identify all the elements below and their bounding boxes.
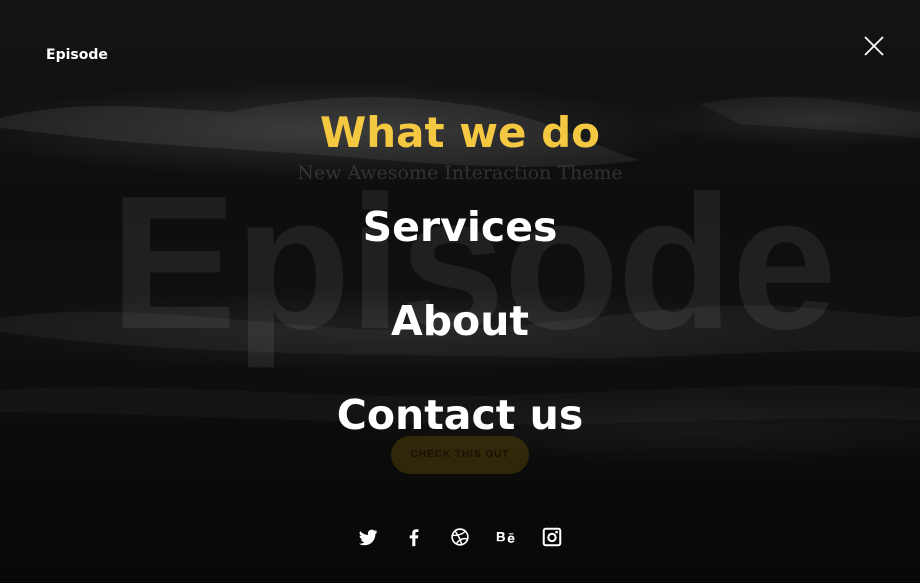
instagram-icon[interactable] (541, 526, 563, 548)
brand-logo[interactable]: Episode (46, 47, 108, 63)
menu-item-services[interactable]: Services (0, 202, 920, 252)
facebook-icon[interactable] (403, 526, 425, 548)
close-icon-glyph (864, 36, 884, 56)
menu-item-about[interactable]: About (0, 296, 920, 346)
menu-item-what-we-do[interactable]: What we do (0, 108, 920, 158)
social-links (0, 526, 920, 548)
dribbble-icon[interactable] (449, 526, 471, 548)
background-cta-button: CHECK THIS OUT (391, 436, 529, 474)
menu-item-contact-us[interactable]: Contact us (0, 390, 920, 440)
twitter-icon[interactable] (357, 526, 379, 548)
close-icon[interactable] (862, 34, 886, 58)
background-tagline: New Awesome Interaction Theme (297, 162, 623, 184)
menu-overlay: Episode New Awesome Interaction Theme CH… (0, 0, 920, 583)
behance-icon[interactable] (495, 526, 517, 548)
